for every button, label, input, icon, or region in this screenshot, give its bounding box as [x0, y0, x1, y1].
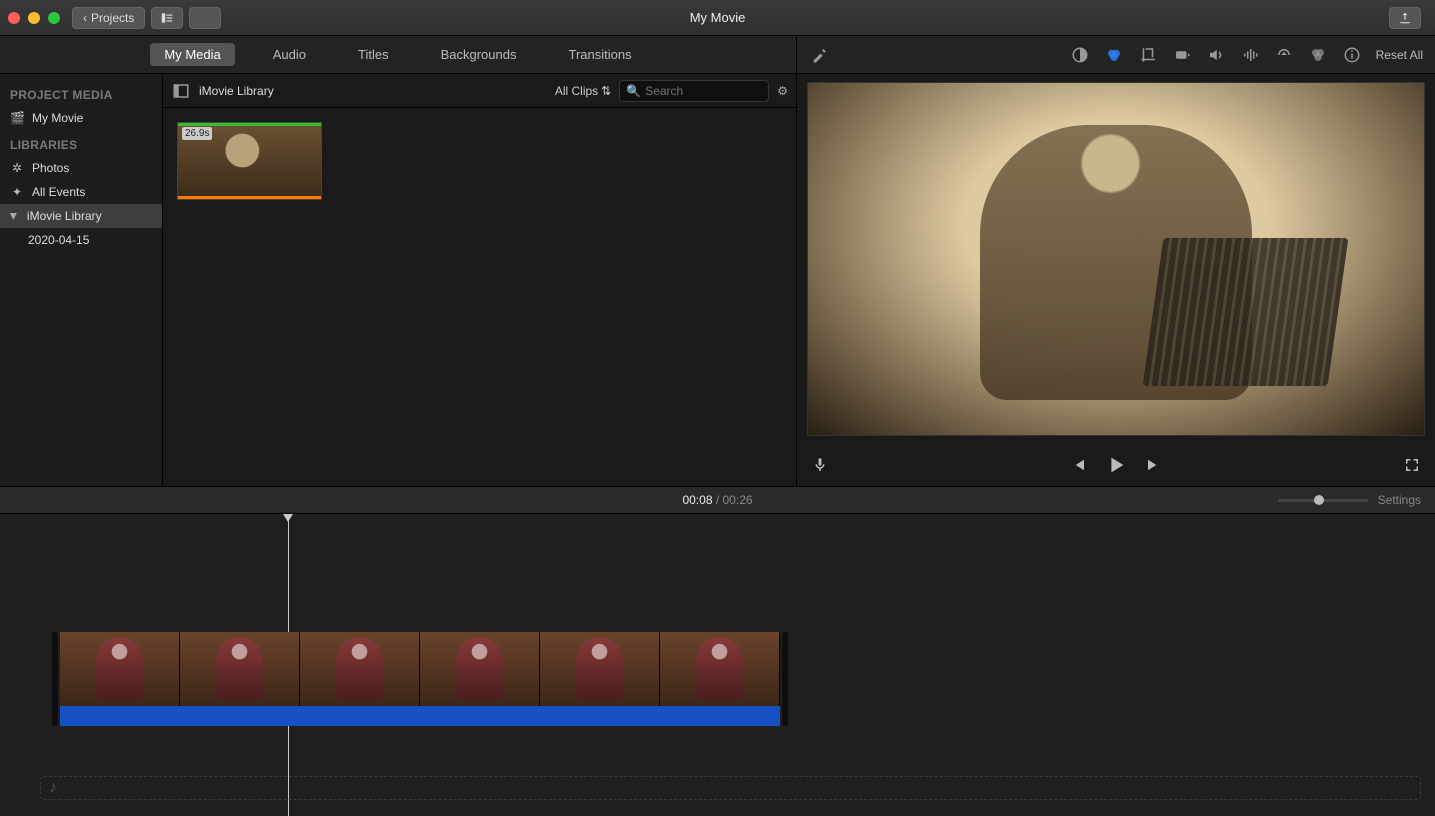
timeline[interactable]: ♪ — [0, 514, 1435, 816]
browser-toolbar: iMovie Library All Clips ⇅ 🔍 ⚙ — [163, 74, 796, 108]
color-correction-icon[interactable] — [1104, 45, 1124, 65]
search-icon: 🔍 — [626, 84, 641, 98]
projects-back-button[interactable]: ‹ Projects — [72, 7, 145, 29]
sidebar-item-photos[interactable]: ✲ Photos — [0, 156, 162, 180]
filmstrip-frame — [300, 632, 420, 706]
clapper-icon: 🎬 — [10, 111, 24, 125]
filmstrip-frame — [420, 632, 540, 706]
sidebar-item-library[interactable]: ▶ iMovie Library — [0, 204, 162, 228]
window-title: My Movie — [690, 10, 746, 25]
zoom-slider[interactable] — [1278, 499, 1368, 502]
chevron-left-icon: ‹ — [83, 11, 87, 25]
sidebar-toggle-icon[interactable] — [171, 81, 191, 101]
stabilize-icon[interactable] — [1172, 45, 1192, 65]
noise-reduction-icon[interactable] — [1240, 45, 1260, 65]
close-window[interactable] — [8, 12, 20, 24]
sidebar-item-event[interactable]: 2020-04-15 — [0, 228, 162, 252]
sidebar-item-label: iMovie Library — [27, 209, 102, 223]
main: PROJECT MEDIA 🎬 My Movie LIBRARIES ✲ Pho… — [0, 74, 1435, 486]
clip-audio-track[interactable] — [60, 706, 780, 726]
clips-filter-dropdown[interactable]: All Clips ⇅ — [555, 84, 611, 98]
sidebar-item-label: My Movie — [32, 111, 83, 125]
background-music-track[interactable]: ♪ — [40, 776, 1421, 800]
next-frame-button[interactable] — [1145, 456, 1163, 474]
play-button[interactable] — [1105, 454, 1127, 476]
tabs-row: My Media Audio Titles Backgrounds Transi… — [0, 36, 1435, 74]
filmstrip-frame — [540, 632, 660, 706]
titlebar: ‹ Projects My Movie — [0, 0, 1435, 36]
clips-filter-label: All Clips — [555, 84, 598, 98]
zoom-window[interactable] — [48, 12, 60, 24]
color-balance-icon[interactable] — [1070, 45, 1090, 65]
voiceover-mic-icon[interactable] — [811, 456, 829, 474]
tab-titles[interactable]: Titles — [344, 43, 403, 66]
timeline-zoom: Settings — [1278, 493, 1421, 507]
search-input[interactable] — [645, 84, 762, 98]
crop-icon[interactable] — [1138, 45, 1158, 65]
timecode-total: 00:26 — [723, 493, 753, 507]
timecode: 00:08 / 00:26 — [682, 493, 752, 507]
projects-label: Projects — [91, 11, 134, 25]
browser-settings-icon[interactable]: ⚙ — [777, 84, 788, 98]
sidebar-head-project: PROJECT MEDIA — [0, 80, 162, 106]
photos-icon: ✲ — [10, 161, 24, 175]
preview-accordion — [1143, 238, 1349, 386]
filmstrip-frame — [60, 632, 180, 706]
media-clip[interactable]: 26.9s — [177, 122, 322, 200]
sidebar-item-all-events[interactable]: ✦ All Events — [0, 180, 162, 204]
adjustment-toolbar: Reset All — [797, 36, 1435, 73]
sidebar-item-label: All Events — [32, 185, 85, 199]
import-button[interactable] — [189, 7, 221, 29]
clip-filmstrip — [60, 632, 780, 706]
sidebar-head-libraries: LIBRARIES — [0, 130, 162, 156]
search-field[interactable]: 🔍 — [619, 80, 769, 102]
updown-icon: ⇅ — [601, 84, 611, 98]
tab-audio[interactable]: Audio — [259, 43, 320, 66]
zoom-knob[interactable] — [1314, 495, 1324, 505]
tab-transitions[interactable]: Transitions — [554, 43, 645, 66]
timecode-current: 00:08 — [682, 493, 712, 507]
minimize-window[interactable] — [28, 12, 40, 24]
sidebar-item-label: Photos — [32, 161, 69, 175]
library-list-toggle[interactable] — [151, 7, 183, 29]
tab-my-media[interactable]: My Media — [150, 43, 234, 66]
music-note-icon: ♪ — [49, 779, 57, 797]
playback-controls — [797, 444, 1435, 486]
preview-panel — [797, 74, 1435, 486]
sidebar: PROJECT MEDIA 🎬 My Movie LIBRARIES ✲ Pho… — [0, 74, 163, 486]
timeline-header: 00:08 / 00:26 Settings — [0, 486, 1435, 514]
star-icon: ✦ — [10, 185, 24, 199]
filmstrip-frame — [180, 632, 300, 706]
browser-breadcrumb: iMovie Library — [199, 84, 274, 98]
browser-body: 26.9s — [163, 108, 796, 486]
fullscreen-icon[interactable] — [1403, 456, 1421, 474]
reset-all-button[interactable]: Reset All — [1376, 48, 1423, 62]
tab-backgrounds[interactable]: Backgrounds — [427, 43, 531, 66]
preview-viewer[interactable] — [807, 82, 1425, 436]
share-button[interactable] — [1389, 7, 1421, 29]
window-controls — [8, 12, 60, 24]
speed-icon[interactable] — [1274, 45, 1294, 65]
clip-duration-badge: 26.9s — [182, 127, 212, 140]
volume-icon[interactable] — [1206, 45, 1226, 65]
clip-trim-left[interactable] — [52, 632, 58, 726]
clip-audio-bar — [178, 196, 321, 199]
sidebar-item-label: 2020-04-15 — [28, 233, 89, 247]
sidebar-item-project[interactable]: 🎬 My Movie — [0, 106, 162, 130]
disclosure-triangle-icon[interactable]: ▶ — [8, 213, 19, 220]
prev-frame-button[interactable] — [1069, 456, 1087, 474]
enhance-icon[interactable] — [809, 45, 829, 65]
video-track-clip[interactable] — [60, 632, 780, 726]
filmstrip-frame — [660, 632, 780, 706]
media-tabs: My Media Audio Titles Backgrounds Transi… — [0, 36, 797, 73]
timeline-settings-button[interactable]: Settings — [1378, 493, 1421, 507]
filter-icon[interactable] — [1308, 45, 1328, 65]
info-icon[interactable] — [1342, 45, 1362, 65]
clip-trim-right[interactable] — [782, 632, 788, 726]
media-browser: iMovie Library All Clips ⇅ 🔍 ⚙ 26.9s — [163, 74, 797, 486]
